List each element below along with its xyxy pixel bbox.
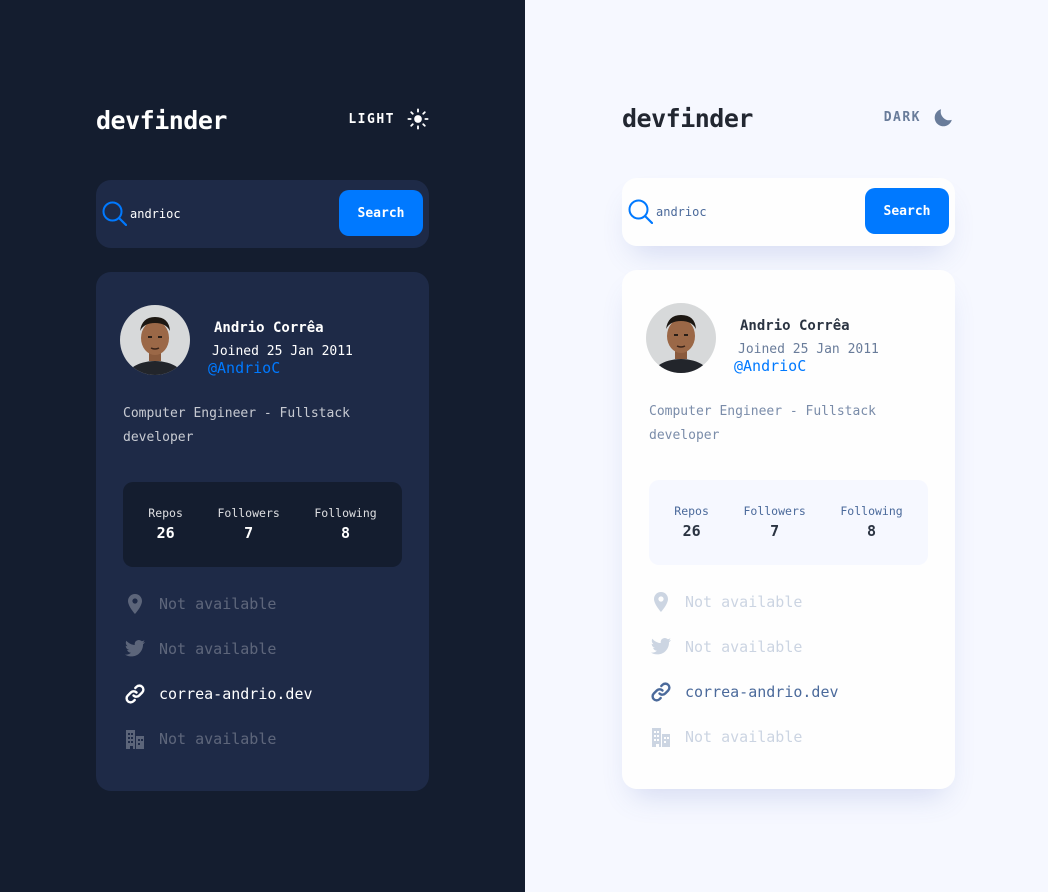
stat-value: 7: [770, 522, 780, 540]
company-row: Not available: [123, 725, 413, 752]
company-building-icon: [649, 725, 673, 749]
stat-following: Following 8: [840, 480, 902, 565]
stat-value: 26: [156, 524, 175, 542]
stats-box: Repos 26 Followers 7 Following 8: [649, 480, 928, 565]
sun-icon: [407, 108, 429, 130]
stats-box: Repos 26 Followers 7 Following 8: [123, 482, 402, 567]
twitter-icon: [123, 637, 147, 661]
logo: devfinder: [622, 104, 753, 133]
company-text: Not available: [159, 729, 277, 748]
dark-mode-panel: devfinder LIGHT andrioc Search Andrio Co…: [0, 0, 525, 892]
stat-label: Following: [840, 504, 903, 518]
avatar: [646, 303, 716, 373]
joined-date: Joined 25 Jan 2011: [212, 344, 353, 359]
search-icon: [102, 201, 127, 226]
stat-label: Repos: [148, 506, 183, 520]
stat-followers: Followers 7: [217, 482, 279, 567]
twitter-row: Not available: [649, 633, 939, 660]
blog-link[interactable]: correa-andrio.dev: [685, 683, 839, 701]
avatar: [120, 305, 190, 375]
profile-bio: Computer Engineer - Fullstack developer: [649, 404, 876, 443]
profile-links: Not available Not available correa-andri…: [649, 588, 939, 768]
company-text: Not available: [685, 727, 803, 746]
header: devfinder LIGHT: [96, 104, 429, 144]
joined-date: Joined 25 Jan 2011: [738, 342, 879, 357]
stat-following: Following 8: [314, 482, 376, 567]
blog-link[interactable]: correa-andrio.dev: [159, 685, 313, 703]
search-bar: Search: [96, 180, 429, 248]
location-text: Not available: [685, 592, 803, 611]
link-icon: [649, 680, 673, 704]
theme-toggle-label: LIGHT: [348, 111, 395, 127]
stat-label: Followers: [217, 506, 280, 520]
search-icon: [628, 199, 653, 224]
theme-toggle-label: DARK: [883, 109, 921, 125]
stat-value: 8: [867, 522, 877, 540]
stat-value: 7: [244, 524, 254, 542]
profile-card: Andrio Corrêa Joined 25 Jan 2011 @Andrio…: [96, 272, 429, 791]
profile-name: Andrio Corrêa: [214, 320, 324, 336]
stat-repos: Repos 26: [148, 482, 183, 567]
link-icon: [123, 682, 147, 706]
stat-repos: Repos 26: [674, 480, 709, 565]
profile-links: Not available Not available correa-andri…: [123, 590, 413, 770]
twitter-text: Not available: [685, 637, 803, 656]
header: devfinder DARK: [622, 102, 955, 142]
theme-toggle-button[interactable]: DARK: [884, 106, 955, 128]
stat-label: Followers: [743, 504, 806, 518]
theme-toggle-button[interactable]: LIGHT: [348, 108, 429, 130]
company-building-icon: [123, 727, 147, 751]
search-input[interactable]: [656, 200, 856, 224]
logo: devfinder: [96, 106, 227, 135]
stat-label: Following: [314, 506, 377, 520]
location-row: Not available: [649, 588, 939, 615]
profile-name: Andrio Corrêa: [740, 318, 850, 334]
blog-row[interactable]: correa-andrio.dev: [123, 680, 413, 707]
profile-bio: Computer Engineer - Fullstack developer: [123, 406, 350, 445]
stat-followers: Followers 7: [743, 480, 805, 565]
twitter-row: Not available: [123, 635, 413, 662]
twitter-icon: [649, 635, 673, 659]
location-row: Not available: [123, 590, 413, 617]
search-input[interactable]: [130, 202, 330, 226]
twitter-text: Not available: [159, 639, 277, 658]
light-mode-panel: devfinder DARK Search: [525, 0, 1048, 892]
search-button[interactable]: Search: [865, 188, 949, 234]
search-button[interactable]: Search: [339, 190, 423, 236]
stat-value: 26: [682, 522, 701, 540]
location-text: Not available: [159, 594, 277, 613]
location-pin-icon: [123, 592, 147, 616]
stat-value: 8: [341, 524, 351, 542]
profile-login-link[interactable]: @AndrioC: [734, 357, 806, 375]
moon-icon: [934, 109, 952, 127]
profile-card: Andrio Corrêa Joined 25 Jan 2011 @Andrio…: [622, 270, 955, 789]
profile-login-link[interactable]: @AndrioC: [208, 359, 280, 377]
company-row: Not available: [649, 723, 939, 750]
blog-row[interactable]: correa-andrio.dev: [649, 678, 939, 705]
location-pin-icon: [649, 590, 673, 614]
stat-label: Repos: [674, 504, 709, 518]
search-bar: Search: [622, 178, 955, 246]
